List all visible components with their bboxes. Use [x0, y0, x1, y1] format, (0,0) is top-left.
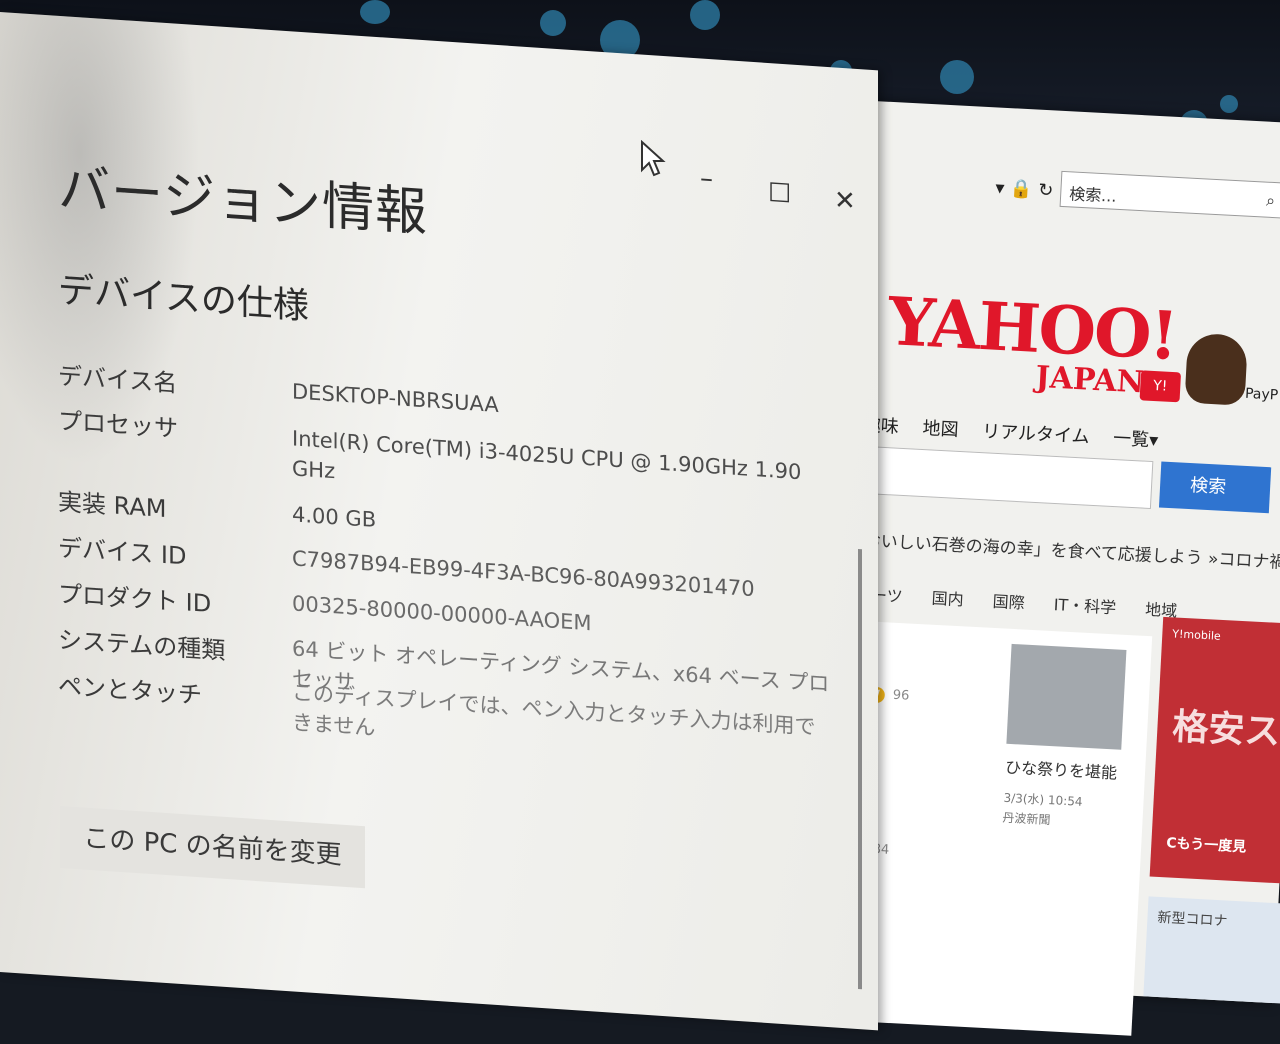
yahoo-search-button[interactable]: 検索 — [1158, 461, 1272, 514]
paypay-label[interactable]: PayP — [1245, 386, 1279, 404]
maximize-button[interactable]: ☐ — [768, 178, 791, 210]
spec-label-ram: 実装 RAM — [58, 487, 167, 524]
news-date: 3/3(水) 10:54 — [1003, 790, 1083, 809]
yahoo-y-badge[interactable]: Y! — [1139, 370, 1182, 403]
ad-label: Y!mobile — [1172, 627, 1222, 643]
yahoo-logo[interactable]: YAHOO! — [886, 282, 1178, 375]
nav-link-map[interactable]: 地図 — [922, 418, 959, 441]
yahoo-search-input[interactable] — [859, 445, 1154, 510]
yahoo-japan-label: JAPAN — [1034, 359, 1145, 401]
spec-label-product-id: プロダクト ID — [58, 579, 212, 619]
rename-pc-button[interactable]: この PC の名前を変更 — [60, 805, 365, 889]
news-banner-text: 「おいしい石巻の海の幸」を食べて応援しよう — [846, 530, 1204, 569]
tab-domestic[interactable]: 国内 — [931, 589, 964, 610]
bokeh-dot — [940, 60, 974, 94]
news-categories: スポーツ 国内 国際 IT・科学 地域 — [838, 580, 1201, 623]
tab-international[interactable]: 国際 — [992, 592, 1025, 613]
spec-label-device-id: デバイス ID — [58, 533, 187, 571]
bokeh-dot — [540, 10, 566, 36]
bokeh-dot — [690, 0, 720, 30]
minimize-button[interactable]: – — [700, 163, 713, 194]
browser-search-placeholder: 検索... — [1068, 184, 1117, 206]
search-icon[interactable]: ⌕ — [1266, 191, 1276, 211]
yahoo-nav: 趣味 地図 リアルタイム 一覧▾ — [862, 411, 1177, 453]
news-title[interactable]: ひな祭りを堪能 — [1005, 754, 1118, 784]
bokeh-dot — [360, 0, 390, 24]
ad-text-secondary: Cもう一度見 — [1165, 835, 1247, 856]
news-source: 丹波新聞 — [1002, 810, 1051, 828]
browser-toolbar: ▾ 🔒 ↻ 検索... ⌕ — [875, 161, 1280, 224]
nav-link-realtime[interactable]: リアルタイム — [982, 421, 1090, 448]
bear-mascot-icon — [1184, 332, 1249, 406]
ad-text: 格安ス — [1171, 706, 1280, 754]
corona-title: 新型コロナ — [1157, 909, 1228, 930]
ad-banner[interactable]: Y!mobile 格安ス Cもう一度見 — [1149, 616, 1280, 884]
tab-it-science[interactable]: IT・科学 — [1053, 595, 1116, 617]
news-banner-tail: »コロナ禍 — [1207, 549, 1280, 574]
nav-link-list[interactable]: 一覧▾ — [1113, 428, 1159, 451]
news-banner[interactable]: 「おいしい石巻の海の幸」を食べて応援しよう »コロナ禍 — [846, 525, 1280, 573]
close-button[interactable]: ✕ — [834, 185, 856, 216]
comment-count: 96 — [892, 687, 910, 704]
corona-info-box[interactable]: 新型コロナ — [1143, 896, 1280, 1004]
news-photo[interactable] — [1006, 643, 1127, 750]
about-window: – ☐ ✕ バージョン情報 デバイスの仕様 デバイス名 DESKTOP-NBRS… — [0, 12, 878, 1031]
mouse-cursor-icon — [641, 140, 666, 177]
spec-label-system-type: システムの種類 — [58, 625, 226, 665]
spec-label-pen-touch: ペンとタッチ — [58, 671, 202, 710]
scrollbar[interactable] — [858, 548, 862, 990]
bokeh-dot — [1220, 95, 1238, 113]
browser-search-field[interactable]: 検索... ⌕ — [1059, 170, 1280, 219]
lock-refresh-icon[interactable]: ▾ 🔒 ↻ — [995, 177, 1054, 201]
